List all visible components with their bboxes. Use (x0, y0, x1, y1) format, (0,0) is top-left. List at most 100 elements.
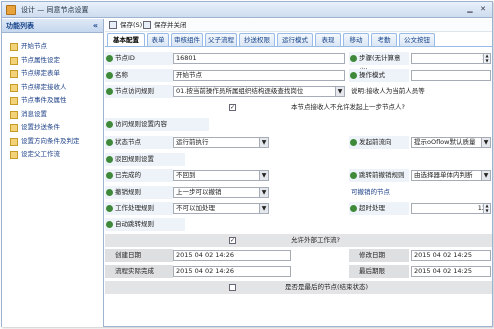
folder-icon (10, 83, 18, 92)
menu-item-label: 节点绑定表单 (21, 69, 60, 77)
menu-item-label: 设定父工作流 (21, 150, 60, 158)
menu-item-label: 节点事件及属性 (21, 96, 67, 104)
function-list-panel: 功能列表 « 开始节点 节点属性设定 节点绑定表单 节点绑定接收人 节点事件及属… (2, 19, 104, 327)
step-field[interactable]: 1▲▼ (411, 53, 491, 64)
timeout-label-text: 超时处理 (359, 204, 385, 212)
access-rule-select[interactable]: 01.按当前操作员所属组织结构逐级查找岗位 ▼ (173, 86, 345, 97)
final-node-text: 是否是最后的节点(结束状态) (285, 283, 369, 291)
step-spinner-icon[interactable]: ▲ ▼ (483, 54, 490, 63)
deadline-field[interactable]: 2015 04 02 14:25 (411, 266, 491, 277)
tab-display[interactable]: 表现 (315, 33, 341, 46)
tab-form[interactable]: 表单 (147, 33, 169, 46)
designer-window: 设计 — 同意节点设置 ▁ ✕ 功能列表 « 开始节点 节点属性设定 节点绑定表… (1, 1, 493, 327)
menu-item-node-attrs[interactable]: 节点属性设定 (2, 54, 103, 68)
jump-cancel-label-text: 跳转前撤销规则 (359, 171, 405, 179)
tab-basic[interactable]: 基本配置 (107, 33, 145, 47)
cancel-rule-label: 撤销规则 (105, 186, 173, 199)
recall-text: 本节点接收人不允许发起上一步节点人? (291, 103, 405, 111)
menu-item-cc-condition[interactable]: 设置抄送条件 (2, 121, 103, 135)
function-list-title: 功能列表 (6, 22, 34, 30)
work-rule-value: 不可以加处理 (176, 204, 215, 212)
timeout-spinner-icon[interactable]: ▲ ▼ (483, 204, 490, 213)
save-button[interactable]: 保存(S) (109, 20, 142, 31)
chevron-down-icon: ▼ (259, 138, 268, 147)
help-icon (106, 189, 113, 196)
chevron-down-icon: ▼ (335, 87, 344, 96)
function-menu: 开始节点 节点属性设定 节点绑定表单 节点绑定接收人 节点事件及属性 消息设置 … (2, 33, 103, 162)
close-icon[interactable]: ✕ (478, 5, 488, 14)
modify-date-label-text: 修改日期 (359, 251, 385, 259)
name-field[interactable]: 开始节点 (173, 70, 345, 81)
save-label: 保存(S) (120, 21, 143, 29)
collapse-icon[interactable]: « (93, 19, 98, 33)
folder-icon (10, 97, 18, 105)
cc-text: 允许外部工作流? (291, 236, 340, 244)
tab-divider (105, 46, 492, 47)
tab-audit[interactable]: 审核组件 (171, 33, 203, 46)
menu-item-bind-form[interactable]: 节点绑定表单 (2, 67, 103, 81)
tab-attendance[interactable]: 考勤 (371, 33, 397, 46)
op-mode-field[interactable] (411, 70, 491, 81)
complete-date-field[interactable]: 2015 04 02 14:26 (173, 266, 291, 277)
node-id-label: 节点ID (105, 52, 173, 65)
help-icon (106, 156, 113, 163)
function-list-header: 功能列表 « (2, 19, 103, 33)
menu-item-label: 设置抄送条件 (21, 123, 60, 131)
cancelable-nodes-link[interactable]: 可撤销的节点 (351, 187, 390, 198)
recall-checkbox[interactable]: ✓ (229, 104, 236, 111)
help-icon (350, 172, 357, 179)
node-id-field[interactable]: 16801 (173, 53, 345, 64)
tab-run-mode[interactable]: 运行模式 (277, 33, 313, 46)
menu-item-start-node[interactable]: 开始节点 (2, 40, 103, 54)
app-icon (6, 5, 16, 15)
menu-item-node-events[interactable]: 节点事件及属性 (2, 94, 103, 108)
minimize-icon[interactable]: ▁ (465, 5, 475, 14)
cancel-rule-value: 上一步可以撤销 (176, 188, 222, 196)
help-icon (106, 221, 113, 228)
pre-flow-value: 提示oOflow默认质量 (414, 138, 476, 146)
create-date-label: 创建日期 (105, 249, 173, 262)
menu-item-label: 开始节点 (21, 42, 47, 50)
tab-subflow[interactable]: 父子流程 (205, 33, 237, 46)
folder-icon (10, 70, 18, 78)
tab-doc-buttons[interactable]: 公文按钮 (399, 33, 435, 46)
create-date-field[interactable]: 2015 04 02 14:26 (173, 250, 291, 261)
folder-icon (10, 110, 18, 119)
chevron-down-icon: ▼ (481, 171, 490, 180)
deadline-label: 最后期限 (349, 265, 409, 278)
timeout-field[interactable]: 12 ▲ ▼ (411, 203, 491, 214)
tab-cc-permission[interactable]: 抄送权限 (239, 33, 275, 46)
cancel-rule-label-text: 撤销规则 (115, 188, 141, 196)
menu-item-bind-receiver[interactable]: 节点绑定接收人 (2, 81, 103, 95)
help-icon (106, 72, 113, 79)
folder-icon (10, 43, 18, 51)
completed-select[interactable]: 不回到 ▼ (173, 170, 269, 181)
completed-value: 不回到 (176, 171, 196, 179)
jump-cancel-select[interactable]: 由选择器单体内判断 ▼ (411, 170, 491, 181)
cc-checkbox[interactable]: ✓ (229, 237, 236, 244)
menu-item-direction[interactable]: 设置方向条件及判定 (2, 135, 103, 149)
menu-item-message[interactable]: 消息设置 (2, 108, 103, 122)
complete-date-label: 流程实际完成 (105, 265, 173, 278)
save-close-button[interactable]: 保存并关闭 (143, 20, 187, 31)
pre-flow-select[interactable]: 提示oOflow默认质量 ▼ (411, 137, 491, 148)
rule-content-label-text: 访问规则设置内容 (115, 120, 167, 128)
cancel-rule-select[interactable]: 上一步可以撤销 ▼ (173, 187, 269, 198)
help-icon (106, 88, 113, 95)
toolbar: 保存(S) 保存并关闭 (105, 19, 492, 32)
name-label: 名称 (105, 69, 173, 82)
chevron-down-icon: ▼ (259, 188, 268, 197)
tab-mobile[interactable]: 移动 (343, 33, 369, 46)
final-node-checkbox[interactable] (229, 284, 236, 291)
reject-rule-label: 驳回规则设置 (105, 153, 185, 166)
menu-item-parent-flow[interactable]: 设定父工作流 (2, 148, 103, 162)
status-select[interactable]: 运行前执行 ▼ (173, 137, 269, 148)
work-rule-select[interactable]: 不可以加处理 ▼ (173, 203, 269, 214)
complete-date-label-text: 流程实际完成 (115, 267, 154, 275)
pre-flow-label: 发起前流向 (349, 136, 409, 149)
chevron-down-icon: ▼ (259, 204, 268, 213)
node-id-label-text: 节点ID (115, 54, 135, 62)
deadline-label-text: 最后期限 (359, 267, 385, 275)
folder-icon (10, 151, 18, 159)
modify-date-field[interactable]: 2015 04 02 14:25 (411, 250, 491, 261)
